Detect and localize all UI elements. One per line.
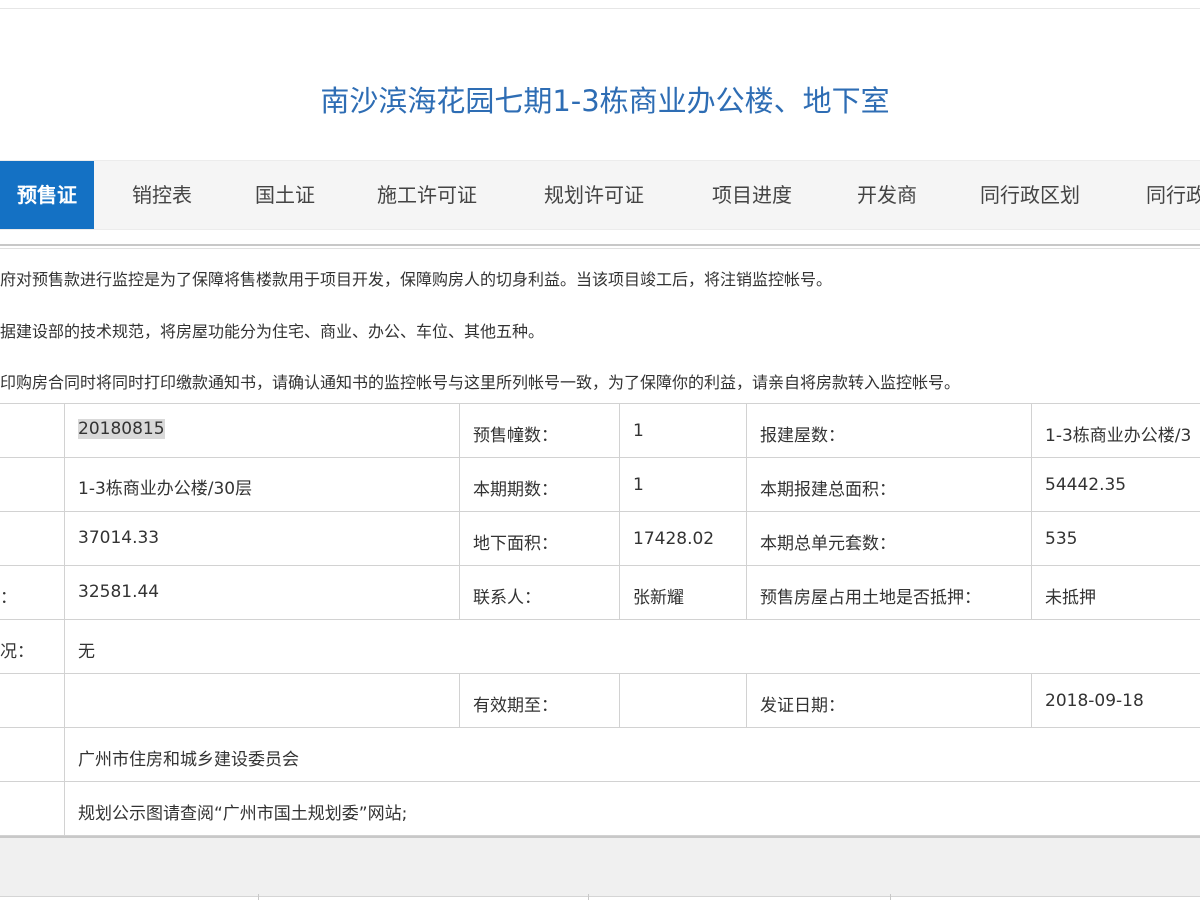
presale-area-value: 32581.44 (78, 582, 160, 602)
row-label: 况： (0, 642, 34, 662)
notice-line-3: 印购房合同时将同时打印缴款通知书，请确认通知书的监控帐号与这里所列帐号一致，为了… (0, 373, 961, 392)
unit-count-label: 本期总单元套数： (760, 534, 896, 554)
status-value: 无 (78, 642, 95, 662)
footer-divider (258, 894, 259, 900)
above-ground-area-value: 37014.33 (78, 528, 160, 548)
page-title: 南沙滨海花园七期1-3栋商业办公楼、地下室 (320, 84, 890, 118)
row-label: ： (0, 588, 17, 608)
tab-planning-permit[interactable]: 规划许可证 (544, 161, 644, 229)
total-area-value: 54442.35 (1045, 475, 1127, 495)
issue-date-value: 2018-09-18 (1045, 691, 1144, 711)
contact-label: 联系人： (473, 588, 541, 608)
phase-number-label: 本期期数： (473, 480, 558, 500)
tab-same-district-more[interactable]: 同行政 (1146, 161, 1200, 229)
underground-area-label: 地下面积： (473, 534, 558, 554)
notice-line-2: 据建设部的技术规范，将房屋功能分为住宅、商业、办公、车位、其他五种。 (0, 322, 545, 341)
content-divider (0, 244, 1200, 246)
footer-bar (0, 836, 1200, 897)
building-floors-value: 1-3栋商业办公楼/30层 (78, 479, 253, 499)
phase-number-value: 1 (633, 475, 644, 495)
tab-presale-certificate[interactable]: 预售证 (0, 161, 94, 229)
land-mortgage-label: 预售房屋占用土地是否抵押： (760, 588, 981, 608)
issuing-authority-value: 广州市住房和城乡建设委员会 (78, 750, 299, 770)
footer-divider (588, 894, 589, 900)
contact-value: 张新耀 (633, 588, 684, 608)
unit-count-value: 535 (1045, 529, 1078, 549)
notice-line-1: 府对预售款进行监控是为了保障将售楼款用于项目开发，保障购房人的切身利益。当该项目… (0, 270, 833, 289)
top-divider (0, 8, 1200, 9)
tab-sales-control[interactable]: 销控表 (132, 161, 192, 229)
valid-until-label: 有效期至： (473, 696, 558, 716)
reported-building-value: 1-3栋商业办公楼/3 (1045, 426, 1192, 446)
tab-bar: 预售证 销控表 国土证 施工许可证 规划许可证 项目进度 开发商 同行政区划 同… (0, 160, 1200, 230)
tab-land-certificate[interactable]: 国土证 (255, 161, 315, 229)
tab-same-district[interactable]: 同行政区划 (980, 161, 1080, 229)
building-count-label: 预售幢数： (473, 426, 558, 446)
underground-area-value: 17428.02 (633, 529, 715, 549)
presale-cert-number: 20180815 (78, 419, 165, 439)
building-count-value: 1 (633, 421, 644, 441)
remarks-value: 规划公示图请查阅“广州市国土规划委”网站; (78, 804, 408, 824)
land-mortgage-value: 未抵押 (1045, 588, 1096, 608)
total-area-label: 本期报建总面积： (760, 480, 896, 500)
tab-project-progress[interactable]: 项目进度 (712, 161, 792, 229)
content-divider-inner (0, 248, 1200, 249)
footer-divider (890, 894, 891, 900)
reported-building-label: 报建屋数： (760, 426, 845, 446)
tab-developer[interactable]: 开发商 (857, 161, 917, 229)
tab-construction-permit[interactable]: 施工许可证 (377, 161, 477, 229)
issue-date-label: 发证日期： (760, 696, 845, 716)
